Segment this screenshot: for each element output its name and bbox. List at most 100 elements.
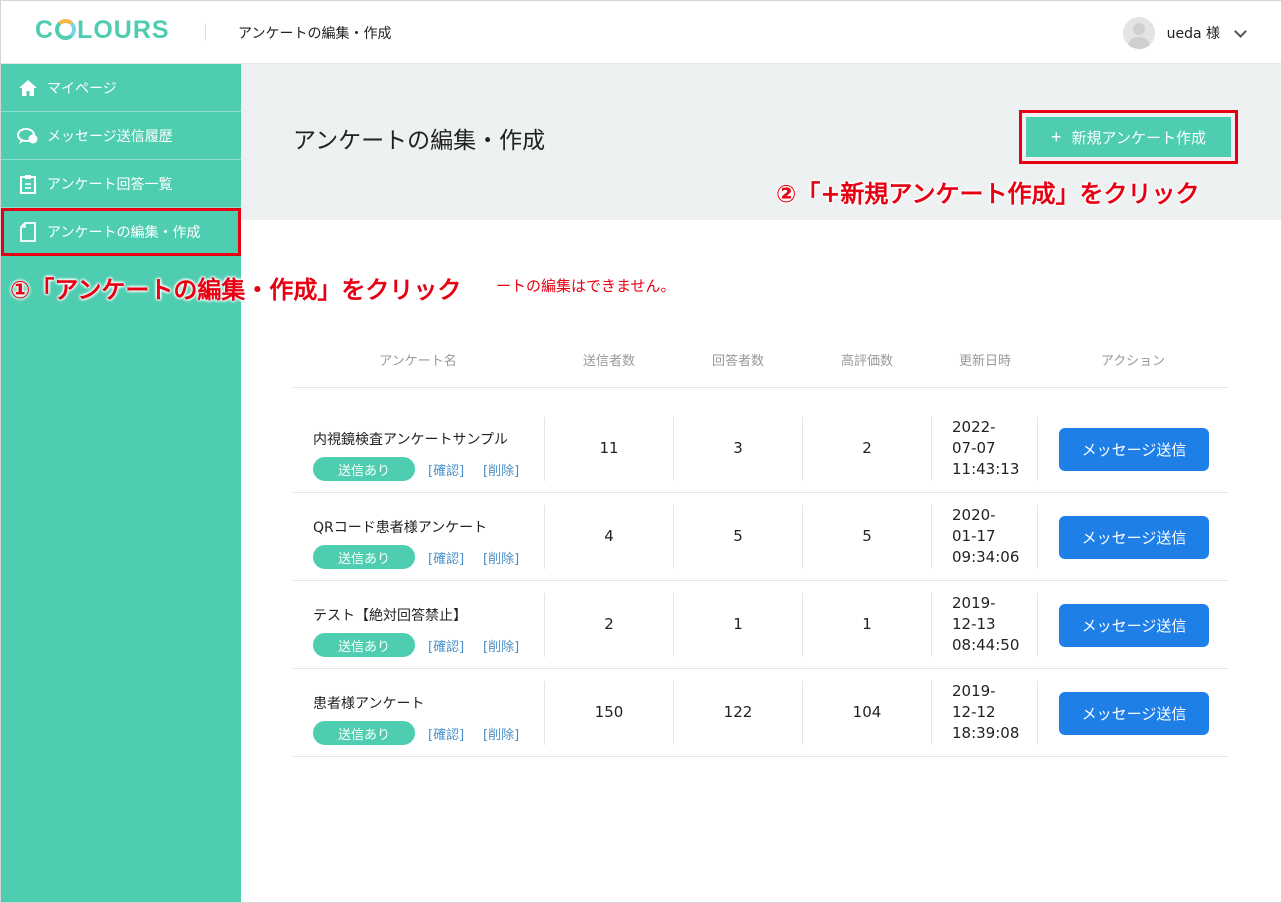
logo-ring: [55, 19, 77, 40]
cell-divider: [1037, 681, 1038, 745]
date-part: 12-12: [952, 703, 996, 721]
home-icon: [17, 77, 39, 99]
col-header-answered: 回答者数: [711, 354, 765, 369]
colours-logo[interactable]: C LOURS: [35, 16, 170, 45]
chevron-down-icon[interactable]: [1234, 24, 1247, 38]
updated-date: 2019- 12-13 08:44:50: [952, 593, 1019, 656]
cell-divider: [1037, 417, 1038, 481]
answered-count: 5: [733, 527, 743, 545]
logo-text: LOURS: [77, 16, 170, 44]
cell-divider: [673, 593, 674, 657]
plus-icon: +: [1051, 127, 1062, 147]
header-title: アンケートの編集・作成: [238, 26, 392, 42]
cell-divider: [1037, 505, 1038, 569]
date-part: 2019-: [952, 594, 996, 612]
cell-divider: [544, 681, 545, 745]
cell-divider: [544, 593, 545, 657]
col-header-name: アンケート名: [379, 354, 457, 369]
updated-date: 2019- 12-12 18:39:08: [952, 681, 1019, 744]
send-message-button[interactable]: メッセージ送信: [1059, 604, 1209, 647]
logo-letter: C: [35, 16, 55, 44]
cell-divider: [802, 505, 803, 569]
delete-link[interactable]: [削除]: [483, 636, 519, 655]
sidebar-item-label: マイページ: [47, 80, 117, 97]
sidebar: マイページ メッセージ送信履歴 アンケート回答一覧 アンケートの編集・作成: [1, 64, 241, 902]
date-part: 07-07: [952, 439, 996, 457]
sidebar-item-survey-responses[interactable]: アンケート回答一覧: [1, 160, 241, 208]
confirm-link[interactable]: [確認]: [428, 724, 464, 743]
sent-count: 4: [604, 527, 614, 545]
cell-divider: [673, 505, 674, 569]
sent-count: 150: [594, 703, 624, 721]
annotation-step2: ②「+新規アンケート作成」をクリック: [776, 180, 1200, 208]
answered-count: 1: [733, 615, 743, 633]
table-row: QRコード患者様アンケート 送信あり [確認] [削除] 4 5 5 2020-…: [293, 493, 1228, 581]
delete-link[interactable]: [削除]: [483, 460, 519, 479]
confirm-link[interactable]: [確認]: [428, 636, 464, 655]
top-header: C LOURS アンケートの編集・作成 ueda 様: [1, 1, 1281, 64]
col-header-updated: 更新日時: [958, 354, 1012, 369]
survey-name: テスト【絶対回答禁止】: [313, 608, 467, 624]
cell-divider: [802, 681, 803, 745]
cell-divider: [931, 417, 932, 481]
date-part: 2019-: [952, 682, 996, 700]
time-part: 09:34:06: [952, 548, 1020, 566]
cell-divider: [544, 505, 545, 569]
warning-text: ートの編集はできません。: [496, 277, 676, 295]
col-header-high-rating: 高評価数: [840, 354, 894, 369]
table-row: テスト【絶対回答禁止】 送信あり [確認] [削除] 2 1 1 2019- 12…: [293, 581, 1228, 669]
annotation-step1: ①「アンケートの編集・作成」をクリック: [10, 276, 462, 304]
date-part: 2020-: [952, 506, 996, 524]
sent-count: 2: [604, 615, 614, 633]
date-part: 2022-: [952, 418, 996, 436]
header-divider: [205, 23, 206, 41]
delete-link[interactable]: [削除]: [483, 548, 519, 567]
updated-date: 2020- 01-17 09:34:06: [952, 505, 1019, 568]
new-button-highlight: + 新規アンケート作成: [1019, 110, 1238, 164]
delete-link[interactable]: [削除]: [483, 724, 519, 743]
chat-bubble-icon: [17, 125, 39, 147]
high-rating-count: 5: [862, 527, 872, 545]
status-badge: 送信あり: [313, 457, 415, 481]
cell-divider: [673, 417, 674, 481]
avatar[interactable]: [1122, 17, 1155, 49]
time-part: 18:39:08: [952, 724, 1020, 742]
user-menu[interactable]: ueda 様: [1122, 17, 1247, 49]
new-survey-button[interactable]: + 新規アンケート作成: [1026, 117, 1231, 157]
cell-divider: [673, 681, 674, 745]
date-part: 12-13: [952, 615, 996, 633]
table-row: 内視鏡検査アンケートサンプル 送信あり [確認] [削除] 11 3 2 202…: [293, 405, 1228, 493]
survey-name: QRコード患者様アンケート: [313, 520, 488, 536]
send-message-button[interactable]: メッセージ送信: [1059, 692, 1209, 735]
cell-divider: [931, 681, 932, 745]
answered-count: 3: [733, 439, 743, 457]
updated-date: 2022- 07-07 11:43:13: [952, 417, 1019, 480]
date-part: 01-17: [952, 527, 996, 545]
cell-divider: [802, 417, 803, 481]
cell-divider: [544, 417, 545, 481]
table-row: 患者様アンケート 送信あり [確認] [削除] 150 122 104 2019…: [293, 669, 1228, 757]
sidebar-item-survey-edit[interactable]: アンケートの編集・作成: [1, 208, 241, 256]
cell-divider: [802, 593, 803, 657]
sent-count: 11: [599, 439, 619, 457]
sidebar-item-message-history[interactable]: メッセージ送信履歴: [1, 112, 241, 160]
status-badge: 送信あり: [313, 545, 415, 569]
sidebar-item-label: メッセージ送信履歴: [47, 128, 173, 145]
high-rating-count: 2: [862, 439, 872, 457]
sidebar-item-mypage[interactable]: マイページ: [1, 64, 241, 112]
send-message-button[interactable]: メッセージ送信: [1059, 516, 1209, 559]
time-part: 11:43:13: [952, 460, 1020, 478]
col-header-action: アクション: [1100, 354, 1166, 369]
send-message-button[interactable]: メッセージ送信: [1059, 428, 1209, 471]
clipboard-icon: [17, 173, 39, 195]
confirm-link[interactable]: [確認]: [428, 460, 464, 479]
confirm-link[interactable]: [確認]: [428, 548, 464, 567]
table-header: アンケート名 送信者数 回答者数 高評価数 更新日時 アクション: [293, 330, 1228, 388]
high-rating-count: 1: [862, 615, 872, 633]
sidebar-item-label: アンケートの編集・作成: [47, 224, 201, 241]
new-survey-label: 新規アンケート作成: [1071, 129, 1206, 147]
page-title: アンケートの編集・作成: [293, 128, 546, 154]
survey-name: 内視鏡検査アンケートサンプル: [313, 432, 509, 448]
status-badge: 送信あり: [313, 633, 415, 657]
user-name[interactable]: ueda 様: [1167, 23, 1220, 43]
